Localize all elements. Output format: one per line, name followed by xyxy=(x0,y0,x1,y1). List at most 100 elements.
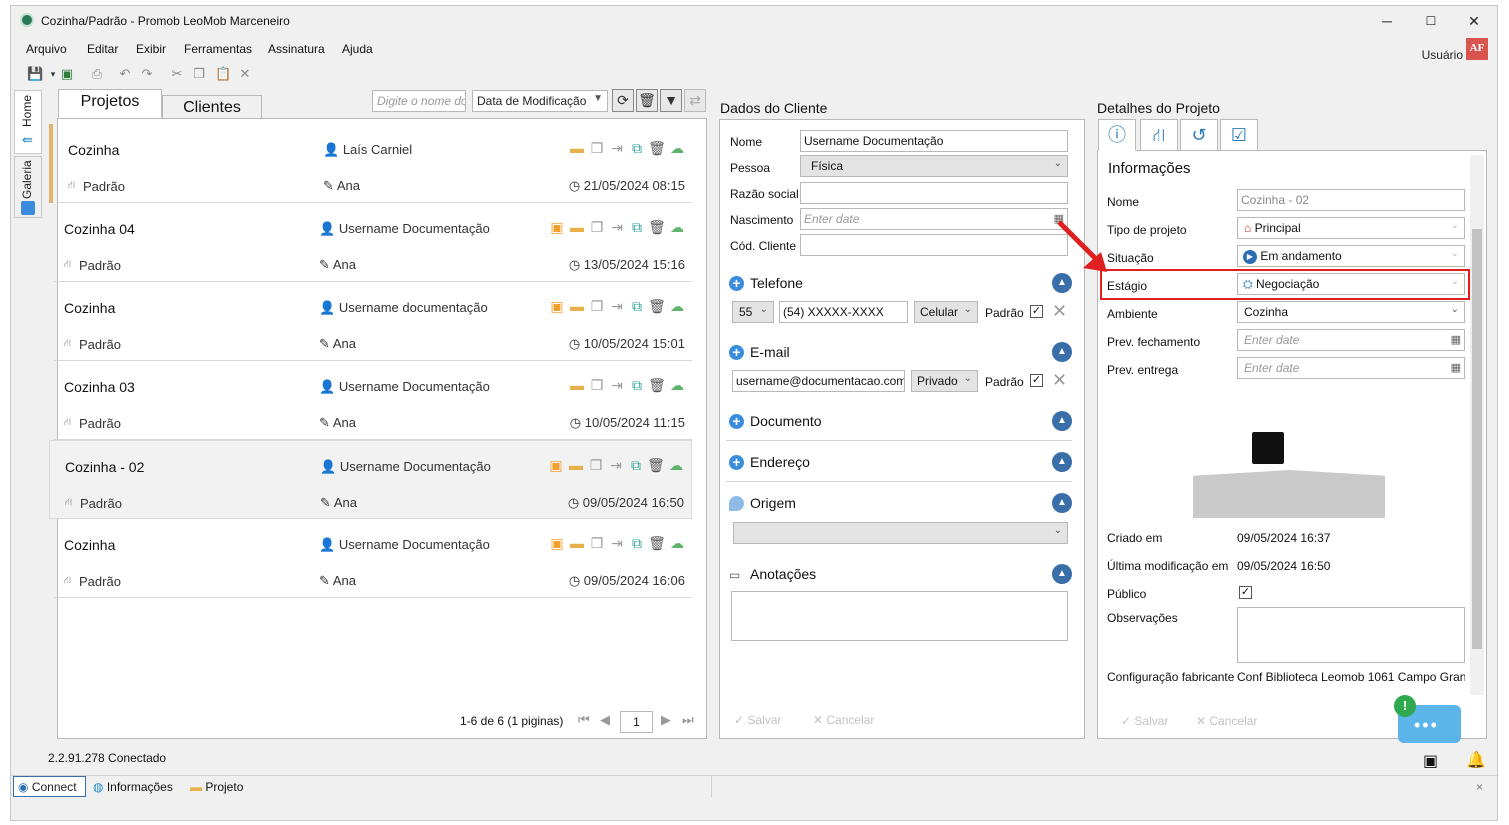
cloud-icon[interactable]: ☁ xyxy=(667,534,687,552)
client-code-input[interactable] xyxy=(800,234,1068,256)
side-tab-home[interactable]: Home ⇚ xyxy=(14,90,42,154)
redo-icon[interactable]: ↷ xyxy=(139,66,155,82)
trash-icon[interactable]: 🗑 xyxy=(647,139,667,157)
delivery-date-input[interactable]: Enter date ▦ xyxy=(1237,357,1465,379)
calendar-icon[interactable]: ▦ xyxy=(1451,333,1461,346)
export-icon[interactable]: ⇥ xyxy=(607,218,627,236)
branch-icon[interactable]: ⧉ xyxy=(627,376,647,394)
screen-share-icon[interactable]: ▣ xyxy=(1423,751,1438,771)
cloud-icon[interactable]: ☁ xyxy=(667,297,687,315)
tab-projetos[interactable]: Projetos xyxy=(58,89,162,118)
undo-icon[interactable]: ↶ xyxy=(117,66,133,82)
refresh-button[interactable]: ⟳ xyxy=(612,89,634,112)
minimize-button[interactable]: ─ xyxy=(1367,10,1407,32)
folder-icon[interactable]: ▬ xyxy=(567,376,587,394)
page-input[interactable]: 1 xyxy=(620,711,653,733)
export-icon[interactable]: ▣ xyxy=(59,66,75,82)
add-address-icon[interactable]: + xyxy=(729,455,744,470)
cloud-icon[interactable]: ☁ xyxy=(667,376,687,394)
duplicate-icon[interactable]: ❐ xyxy=(587,297,607,315)
bottom-tab-projeto[interactable]: ▬ Projeto xyxy=(190,780,243,794)
menu-editar[interactable]: Editar xyxy=(87,42,118,56)
filter-button[interactable]: ▼ xyxy=(660,89,682,112)
collapse-icon[interactable]: ▲ xyxy=(1052,342,1072,362)
duplicate-icon[interactable]: ❐ xyxy=(587,376,607,394)
first-page-icon[interactable]: ⏮ xyxy=(578,712,590,728)
collapse-icon[interactable]: ▲ xyxy=(1052,452,1072,472)
duplicate-icon[interactable]: ❐ xyxy=(587,534,607,552)
tab-structure-icon[interactable]: ⛙ xyxy=(1140,119,1178,151)
menu-exibir[interactable]: Exibir xyxy=(136,42,166,56)
bell-icon[interactable]: 🔔 xyxy=(1466,750,1486,770)
project-cancel-button[interactable]: ✕ Cancelar xyxy=(1196,714,1257,728)
project-item-selected[interactable]: Cozinha - 02 👤 Username Documentação ▣ ▬ ❐… xyxy=(49,440,692,519)
phone-type-select[interactable]: Celular ⌄ xyxy=(914,301,978,323)
close-button[interactable]: ✕ xyxy=(1454,10,1494,32)
email-type-select[interactable]: Privado ⌄ xyxy=(911,370,978,392)
client-birthdate-input[interactable]: Enter date ▦ xyxy=(800,208,1068,230)
origem-select[interactable]: ⌄ xyxy=(733,522,1068,544)
tab-checklist-icon[interactable]: ☑ xyxy=(1220,119,1258,151)
close-date-input[interactable]: Enter date ▦ xyxy=(1237,329,1465,351)
email-input[interactable]: username@documentacao.com xyxy=(732,370,905,392)
search-input[interactable]: Digite o nome do xyxy=(372,90,466,112)
project-name-input[interactable]: Cozinha - 02 xyxy=(1237,189,1465,211)
prev-page-icon[interactable]: ◀ xyxy=(600,712,610,728)
sort-select[interactable]: Data de Modificação ▼ xyxy=(472,90,608,112)
branch-icon[interactable]: ⧉ xyxy=(627,297,647,315)
add-document-icon[interactable]: + xyxy=(729,414,744,429)
user-avatar[interactable]: AF xyxy=(1466,38,1488,60)
trash-icon[interactable]: 🗑 xyxy=(647,218,667,236)
branch-icon[interactable]: ⧉ xyxy=(627,218,647,236)
duplicate-icon[interactable]: ❐ xyxy=(586,456,606,474)
paste-icon[interactable]: 📋 xyxy=(215,66,231,82)
trash-button[interactable]: 🗑 xyxy=(636,89,658,112)
cloud-icon[interactable]: ☁ xyxy=(666,456,686,474)
close-panel-icon[interactable]: × xyxy=(1476,780,1483,794)
client-icon[interactable]: ▣ xyxy=(547,534,567,552)
public-checkbox[interactable]: ✓ xyxy=(1239,586,1252,599)
remove-phone-icon[interactable]: ✕ xyxy=(1052,301,1067,322)
next-page-icon[interactable]: ▶ xyxy=(661,712,671,728)
client-pessoa-select[interactable]: Física ⌄ xyxy=(800,155,1068,177)
trash-icon[interactable]: 🗑 xyxy=(647,297,667,315)
bottom-tab-connect[interactable]: ◉ Connect xyxy=(13,776,86,797)
user-label[interactable]: Usuário xyxy=(1422,48,1463,62)
collapse-icon[interactable]: ▲ xyxy=(1052,564,1072,584)
cut-icon[interactable]: ✂ xyxy=(169,66,185,82)
client-icon[interactable]: ▣ xyxy=(547,218,567,236)
print-icon[interactable]: ⎙ xyxy=(89,66,105,82)
client-razao-input[interactable] xyxy=(800,182,1068,204)
trash-icon[interactable]: 🗑 xyxy=(647,376,667,394)
project-item[interactable]: Cozinha 03 👤 Username Documentação ▬ ❐ ⇥ ⧉ 🗑… xyxy=(49,361,692,440)
export-icon[interactable]: ⇥ xyxy=(607,139,627,157)
export-icon[interactable]: ⇥ xyxy=(607,376,627,394)
duplicate-icon[interactable]: ❐ xyxy=(587,218,607,236)
collapse-icon[interactable]: ▲ xyxy=(1052,411,1072,431)
bottom-tab-informacoes[interactable]: ◍ Informações xyxy=(93,780,173,794)
branch-icon[interactable]: ⧉ xyxy=(626,456,646,474)
details-scrollbar[interactable] xyxy=(1470,155,1484,695)
client-cancel-button[interactable]: ✕ Cancelar xyxy=(813,713,874,727)
collapse-icon[interactable]: ▲ xyxy=(1052,493,1072,513)
branch-icon[interactable]: ⧉ xyxy=(627,534,647,552)
anotacoes-textarea[interactable] xyxy=(731,591,1068,641)
remove-email-icon[interactable]: ✕ xyxy=(1052,370,1067,391)
project-item[interactable]: Cozinha 04 👤 Username Documentação ▣ ▬ ❐ ⇥ ⧉… xyxy=(49,203,692,282)
menu-ajuda[interactable]: Ajuda xyxy=(342,42,373,56)
menu-ferramentas[interactable]: Ferramentas xyxy=(184,42,252,56)
export-icon[interactable]: ⇥ xyxy=(607,297,627,315)
maximize-button[interactable]: ☐ xyxy=(1411,10,1451,32)
project-item[interactable]: Cozinha 👤 Username Documentação ▣ ▬ ❐ ⇥ ⧉ 🗑 ☁ … xyxy=(49,519,692,598)
phone-ddi-select[interactable]: 55 ⌄ xyxy=(732,301,774,323)
project-situation-select[interactable]: ▶ Em andamento ⌄ xyxy=(1237,245,1465,267)
project-type-select[interactable]: ⌂ Principal ⌄ xyxy=(1237,217,1465,239)
menu-assinatura[interactable]: Assinatura xyxy=(268,42,325,56)
project-item[interactable]: Cozinha 👤 Laís Carniel ▬ ❐ ⇥ ⧉ 🗑 ☁ ⛙ Padrão ✎… xyxy=(49,124,692,203)
trash-icon[interactable]: 🗑 xyxy=(647,534,667,552)
transfer-button[interactable]: ⇄ xyxy=(684,89,706,112)
calendar-icon[interactable]: ▦ xyxy=(1451,361,1461,374)
tab-info-icon[interactable]: ⓘ xyxy=(1098,119,1136,151)
phone-default-checkbox[interactable]: ✓ xyxy=(1030,305,1043,318)
save-icon[interactable]: 💾 xyxy=(27,66,43,82)
